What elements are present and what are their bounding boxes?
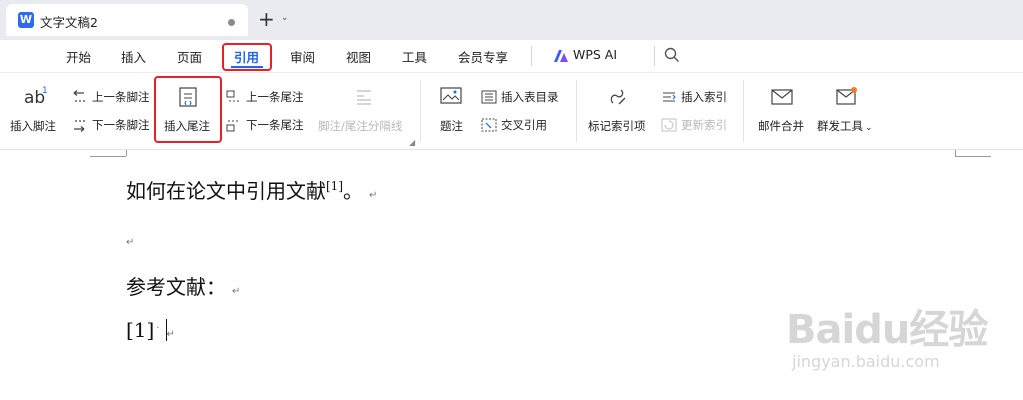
dialog-launcher-icon[interactable]: ◢ [409,138,415,147]
new-tab-chevron-icon[interactable]: ⌄ [281,13,289,23]
separator-line-icon [354,87,374,111]
space-mark-icon: · [156,323,160,334]
document-paragraph[interactable]: 如何在论文中引用文献[1]。 ↵ [126,175,377,204]
document-paragraph-references-heading[interactable]: 参考文献： ↵ [126,271,240,300]
tab-wps-ai[interactable]: WPS AI [573,47,617,62]
table-of-figures-icon[interactable] [481,89,497,108]
menu-bar: 开始 插入 页面 引用 审阅 视图 工具 会员专享 WPS AI [0,40,1023,72]
next-footnote-icon[interactable] [72,117,88,136]
prev-footnote-icon[interactable] [72,89,88,108]
mark-index-entry-button[interactable]: 标记索引项 [588,118,646,134]
tab-tools[interactable]: 工具 [402,47,427,66]
prev-endnote-icon[interactable] [226,89,242,108]
cross-reference-icon[interactable] [481,117,497,136]
tab-member[interactable]: 会员专享 [458,47,508,66]
paragraph-mark-icon: ↵ [126,237,135,248]
chevron-down-icon: ⌄ [865,123,873,133]
caption-button[interactable]: 题注 [440,118,463,134]
prev-footnote-button[interactable]: 上一条脚注 [92,89,150,105]
endnote-number: [1] [126,318,155,342]
highlight-box-references-tab [222,43,272,71]
ribbon-divider [743,80,744,142]
ribbon-divider [576,80,577,142]
next-endnote-icon[interactable] [226,117,242,136]
margin-marker-left-line [90,156,126,157]
document-empty-paragraph[interactable]: ↵ [126,226,134,250]
document-paragraph-endnote[interactable]: [1] · ↵ [126,318,175,342]
wps-writer-icon: W [18,12,34,28]
title-bar: W 文字文稿2 + ⌄ [0,0,1023,40]
document-name: 文字文稿2 [40,15,98,30]
caption-icon[interactable] [440,87,462,111]
tab-start[interactable]: 开始 [66,47,91,66]
search-icon[interactable] [664,47,680,67]
paragraph-mark-icon: ↵ [166,329,175,340]
ribbon-divider [420,80,421,142]
endnote-reference[interactable]: [1] [326,179,343,193]
next-endnote-button[interactable]: 下一条尾注 [246,117,304,133]
references-heading-text: 参考文献： [126,275,226,299]
paragraph-punctuation: 。 [343,179,363,203]
tab-review[interactable]: 审阅 [290,47,315,66]
tab-page[interactable]: 页面 [177,47,202,66]
group-send-tools-label: 群发工具 [817,119,863,133]
separator-line-button: 脚注/尾注分隔线 [318,119,403,133]
menu-divider [531,46,532,66]
insert-index-icon[interactable] [661,89,677,108]
tab-insert[interactable]: 插入 [121,47,146,66]
footnote-icon-superscript: 1 [42,86,48,96]
update-index-icon [661,117,677,136]
cross-reference-button[interactable]: 交叉引用 [501,117,547,133]
mail-merge-button[interactable]: 邮件合并 [758,118,804,134]
next-footnote-button[interactable]: 下一条脚注 [92,117,150,133]
insert-table-of-figures-button[interactable]: 插入表目录 [501,89,559,105]
menu-divider [654,46,655,66]
tab-view[interactable]: 视图 [346,47,371,66]
margin-marker-right-line [955,156,991,157]
wps-ai-icon[interactable] [553,49,569,67]
new-tab-plus-icon[interactable]: + [258,9,275,29]
insert-footnote-button[interactable]: 插入脚注 [10,118,56,134]
insert-index-button[interactable]: 插入索引 [681,89,727,105]
group-send-icon[interactable] [836,86,858,110]
paragraph-mark-icon: ↵ [232,286,241,297]
insert-footnote-icon[interactable]: ab 1 [24,86,48,108]
margin-marker-left [126,150,127,156]
mail-merge-icon[interactable] [771,88,793,110]
paragraph-text: 如何在论文中引用文献 [126,179,326,203]
prev-endnote-button[interactable]: 上一条尾注 [246,89,304,105]
unsaved-dot-icon[interactable] [228,19,235,26]
group-send-tools-button[interactable]: 群发工具 ⌄ [817,118,873,134]
watermark-main-text: Baidu经验 [786,307,988,353]
paragraph-mark-icon: ↵ [369,190,378,201]
mark-index-entry-icon[interactable] [607,87,629,111]
watermark-url-text: jingyan.baidu.com [792,352,940,371]
update-index-button: 更新索引 [681,118,727,132]
baidu-watermark-logo: Baidu经验 jingyan.baidu.com [786,307,988,372]
document-tab[interactable]: W 文字文稿2 [6,4,248,36]
highlight-box-insert-endnote [154,76,222,143]
